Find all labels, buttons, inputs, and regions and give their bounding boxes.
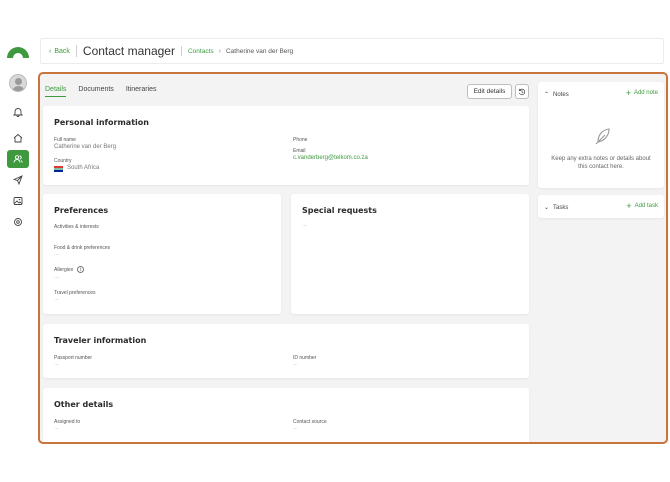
plus-icon: + [626, 201, 632, 211]
phone-label: Phone [293, 137, 308, 143]
personal-info-card: Personal information Full name Catherine… [43, 106, 529, 185]
sidebar [0, 0, 36, 482]
tab-bar: Details Documents Itineraries [45, 86, 157, 97]
top-bar: ‹ Back Contact manager Contacts › Cather… [40, 38, 664, 64]
travel-value: ... [54, 296, 60, 302]
home-nav[interactable] [7, 129, 29, 147]
notes-toggle[interactable]: ⌃ Notes [544, 91, 569, 99]
chevron-down-icon: ⌄ [544, 205, 550, 211]
email-link[interactable]: c.vanderberg@telkom.co.za [293, 155, 368, 161]
bell-icon [13, 108, 23, 117]
add-task-label: Add task [634, 203, 658, 209]
tasks-title: Tasks [553, 204, 569, 211]
card-title: Other details [54, 400, 114, 409]
email-label: Email [293, 148, 306, 154]
history-icon [518, 88, 526, 95]
passport-label: Passport number [54, 355, 93, 361]
notes-empty-text: Keep any extra notes or details about th… [551, 156, 651, 170]
send-icon [13, 175, 23, 185]
tab-documents[interactable]: Documents [78, 86, 113, 97]
tab-itineraries[interactable]: Itineraries [126, 86, 157, 97]
main-content: Details Documents Itineraries Edit detai… [38, 72, 668, 444]
other-details-card: Other details Assigned to ... Contact so… [43, 388, 529, 442]
traveler-info-card: Traveler information Passport number ...… [43, 324, 529, 378]
full-name-value: Catherine van der Berg [54, 144, 117, 150]
preferences-card: Preferences Activities & interests Food … [43, 194, 281, 314]
info-icon[interactable]: i [77, 266, 84, 273]
allergies-value: ... [54, 274, 60, 280]
id-number-value: ... [293, 361, 299, 367]
tasks-toggle[interactable]: ⌄ Tasks [544, 204, 569, 212]
allergies-label: Allergies [54, 267, 74, 273]
back-label: Back [54, 47, 70, 55]
page-title: Contact manager [82, 44, 175, 58]
activities-label: Activities & interests [54, 224, 99, 230]
special-requests-value: ... [302, 222, 308, 228]
chevron-up-icon: ⌃ [544, 92, 550, 98]
contact-source-value: ... [293, 425, 299, 431]
divider [75, 45, 77, 57]
app: ‹ Back Contact manager Contacts › Cather… [0, 0, 670, 482]
image-icon [13, 197, 23, 205]
contacts-nav[interactable] [7, 150, 29, 168]
country-value: South Africa [67, 165, 100, 171]
contact-source-label: Contact source [293, 419, 327, 425]
add-task-button[interactable]: + Add task [626, 201, 658, 211]
breadcrumb-contacts[interactable]: Contacts [188, 48, 214, 55]
divider [180, 46, 182, 56]
gallery-nav[interactable] [7, 192, 29, 210]
logo-icon [7, 47, 29, 58]
breadcrumb-current: Catherine van der Berg [225, 47, 294, 55]
settings-nav[interactable] [7, 213, 29, 231]
full-name-label: Full name [54, 137, 76, 143]
feather-icon [595, 128, 610, 145]
edit-details-button[interactable]: Edit details [467, 84, 512, 99]
passport-value: ... [54, 361, 60, 367]
notes-panel: ⌃ Notes + Add note Keep any extra notes … [538, 82, 664, 188]
assigned-to-value: ... [54, 425, 60, 431]
chevron-left-icon: ‹ [49, 47, 52, 55]
notifications-nav[interactable] [7, 103, 29, 121]
card-title: Special requests [302, 206, 377, 215]
back-button[interactable]: ‹ Back [49, 48, 70, 55]
notes-title: Notes [553, 91, 569, 98]
food-label: Food & drink preferences [54, 245, 111, 251]
settings-icon [14, 218, 22, 226]
chevron-right-icon: › [218, 47, 221, 55]
details-column: Details Documents Itineraries Edit detai… [40, 74, 532, 442]
home-icon [13, 133, 23, 143]
users-icon [13, 155, 23, 163]
history-button[interactable] [515, 84, 529, 99]
tab-details[interactable]: Details [45, 86, 67, 97]
add-note-label: Add note [633, 90, 658, 96]
special-requests-card: Special requests ... [291, 194, 529, 314]
card-title: Preferences [54, 206, 109, 215]
tasks-panel: ⌄ Tasks + Add task [538, 195, 664, 218]
food-value: ... [54, 251, 60, 257]
plus-icon: + [625, 88, 631, 98]
add-note-button[interactable]: + Add note [625, 88, 658, 98]
send-nav[interactable] [7, 171, 29, 189]
card-title: Personal information [54, 118, 149, 127]
avatar[interactable] [9, 74, 27, 92]
country-label: Country [54, 158, 72, 164]
travel-label: Travel preferences [54, 290, 96, 296]
card-title: Traveler information [54, 336, 147, 345]
south-africa-flag-icon [54, 166, 63, 172]
